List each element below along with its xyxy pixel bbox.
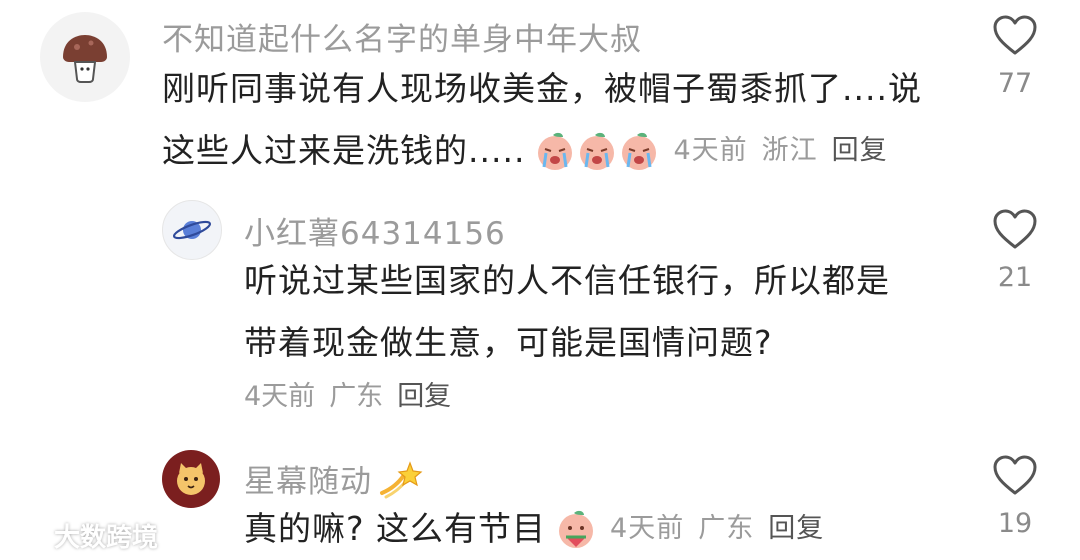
- comment-username[interactable]: 小红薯64314156: [244, 208, 506, 253]
- shooting-star-icon: [380, 460, 423, 498]
- comment-username-text: 星幕随动: [244, 464, 372, 500]
- comment-time: 4天前: [244, 381, 316, 412]
- avatar[interactable]: [162, 200, 222, 260]
- mushroom-icon: [63, 35, 107, 83]
- comment-text-line-1: 刚听同事说有人现场收美金，被帽子蜀黍抓了....说: [162, 69, 922, 108]
- crying-peach-emoji-icon: [538, 132, 573, 170]
- like-count: 21: [997, 262, 1033, 293]
- crying-peach-emoji-icon: [580, 132, 615, 170]
- emoji-group: [533, 129, 659, 173]
- comment-location: 浙江: [761, 135, 818, 166]
- heart-icon: [993, 455, 1037, 495]
- reply-button[interactable]: 回复: [832, 120, 888, 182]
- reply-button[interactable]: 回复: [397, 374, 451, 413]
- watermark: 大数跨境: [6, 517, 158, 554]
- crying-peach-emoji-icon: [622, 132, 657, 170]
- comment-location: 广东: [698, 513, 755, 544]
- heart-icon: [993, 209, 1037, 249]
- avatar[interactable]: [162, 450, 220, 508]
- comment-text-line-2: 这些人过来是洗钱的.....: [162, 131, 526, 170]
- comment-username[interactable]: 不知道起什么名字的单身中年大叔: [162, 14, 642, 59]
- heart-icon: [993, 15, 1037, 55]
- comment-time: 4天前: [610, 513, 685, 544]
- like-button[interactable]: 77: [985, 14, 1045, 99]
- like-count: 19: [997, 508, 1033, 539]
- comment-text-line-2-wrap: 这些人过来是洗钱的..... 4天前 浙江 回复: [162, 120, 902, 182]
- watermark-text: 大数跨境: [54, 523, 159, 553]
- watermark-logo-icon: [6, 527, 50, 544]
- reply-button[interactable]: 回复: [768, 498, 824, 560]
- cat-face-icon: [177, 463, 205, 495]
- comment-text-line-1: 听说过某些国家的人不信任银行，所以都是: [244, 261, 890, 300]
- planet-icon: [172, 220, 212, 240]
- comment-meta: 4天前 浙江 回复: [673, 120, 901, 182]
- comment-location: 广东: [329, 381, 384, 412]
- like-count: 77: [997, 68, 1033, 99]
- comment-text: 刚听同事说有人现场收美金，被帽子蜀黍抓了....说 这些人过来是洗钱的.....: [162, 58, 922, 182]
- comment-text-line-2: 带着现金做生意，可能是国情问题?: [244, 323, 773, 362]
- comment-time: 4天前: [673, 135, 748, 166]
- like-button[interactable]: 21: [985, 208, 1045, 293]
- like-button[interactable]: 19: [985, 454, 1045, 539]
- comment-text: 真的嘛? 这么有节目 4天前 广东 回复: [244, 498, 838, 560]
- comment-meta: 4天前 广东 回复: [244, 374, 465, 413]
- peach-eating-watermelon-emoji-icon: [559, 510, 594, 548]
- comment-text-line-1: 真的嘛? 这么有节目: [244, 509, 547, 548]
- avatar[interactable]: [40, 12, 130, 102]
- comment-text: 听说过某些国家的人不信任银行，所以都是 带着现金做生意，可能是国情问题?: [244, 250, 890, 374]
- comment-username[interactable]: 星幕随动: [244, 456, 424, 501]
- comment-meta: 4天前 广东 回复: [610, 498, 838, 560]
